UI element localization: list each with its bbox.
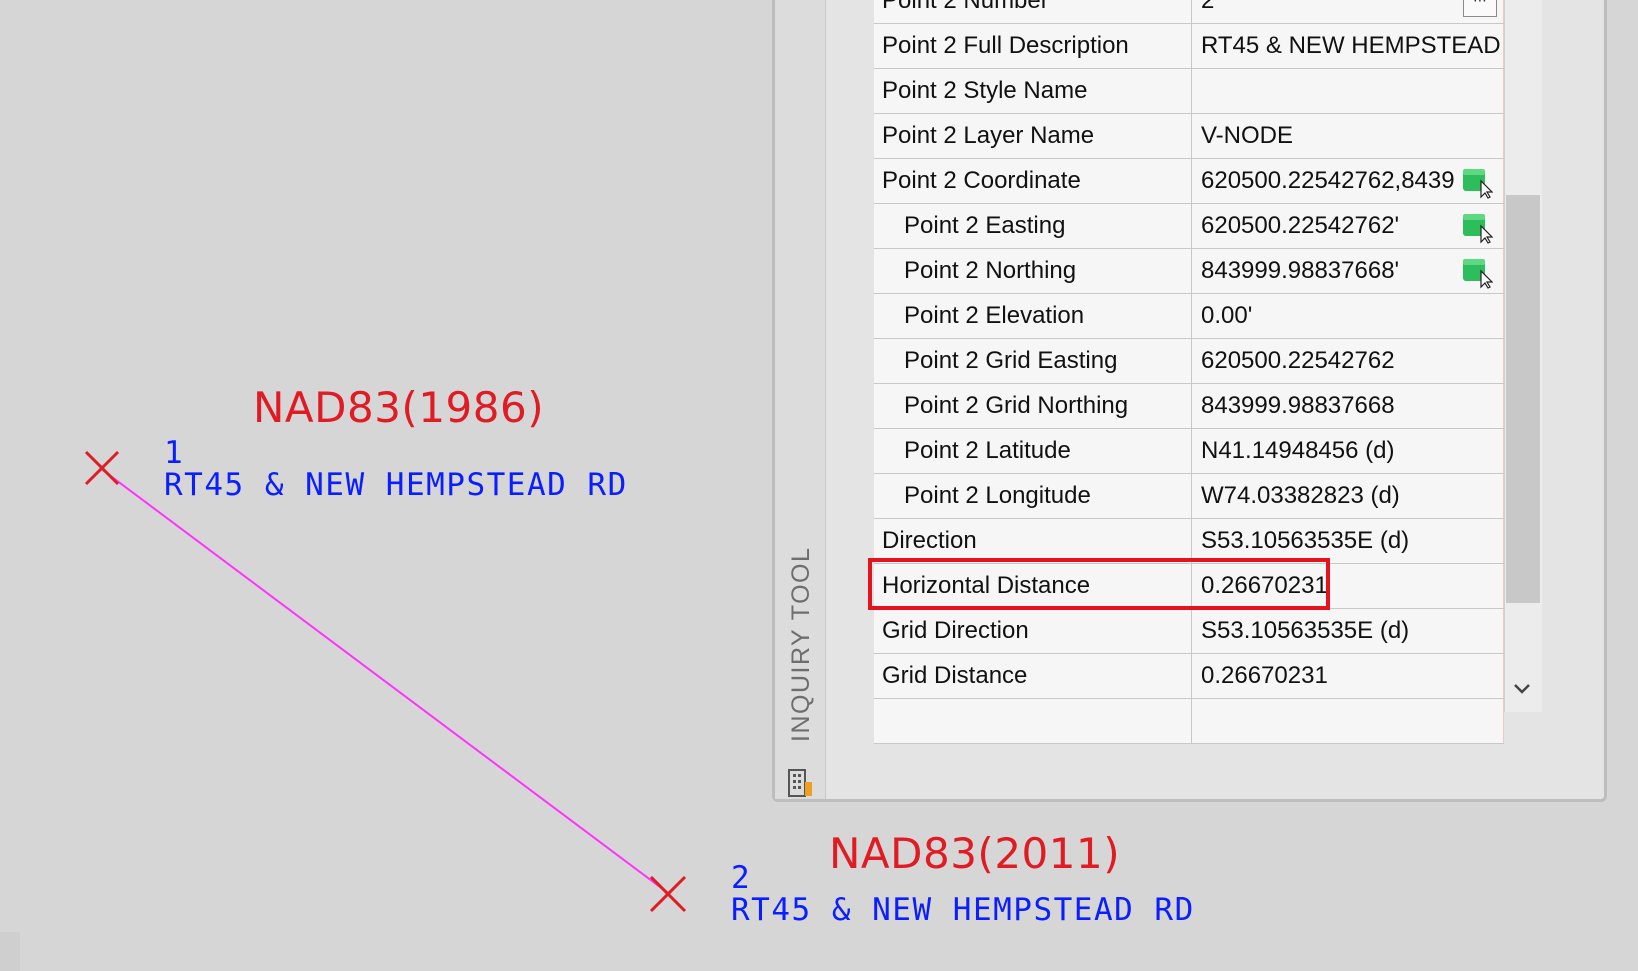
property-name: Point 2 Northing xyxy=(874,248,1192,294)
property-row[interactable]: Point 2 Elevation 0.00' xyxy=(874,293,1504,339)
property-value-text: 620500.22542762 xyxy=(1201,347,1395,374)
property-name: Point 2 Grid Northing xyxy=(874,383,1192,429)
property-value[interactable]: 0.26670231 xyxy=(1191,563,1504,609)
property-row[interactable]: Point 2 Longitude W74.03382823 (d) xyxy=(874,473,1504,519)
property-value[interactable]: S53.10563535E (d) xyxy=(1191,518,1504,564)
point-1-description: RT45 & NEW HEMPSTEAD RD xyxy=(164,467,628,503)
property-name: Point 2 Style Name xyxy=(874,68,1192,114)
scrollbar-thumb[interactable] xyxy=(1506,195,1540,603)
pick-point-icon[interactable] xyxy=(1461,210,1493,244)
property-value-text: 0.00' xyxy=(1201,302,1253,329)
property-value-text: V-NODE xyxy=(1201,122,1294,149)
property-row[interactable]: Point 2 Layer Name V-NODE xyxy=(874,113,1504,159)
property-name: Point 2 Longitude xyxy=(874,473,1192,519)
property-table: Point 2 Number 2 ⋯ Point 2 Full Descripti… xyxy=(874,0,1504,744)
property-value[interactable]: 843999.98837668' xyxy=(1191,248,1504,294)
property-value[interactable]: 2 ⋯ xyxy=(1191,0,1504,24)
property-value[interactable]: 843999.98837668 xyxy=(1191,383,1504,429)
property-value[interactable]: N41.14948456 (d) xyxy=(1191,428,1504,474)
property-row[interactable]: Point 2 Style Name xyxy=(874,68,1504,114)
property-value[interactable]: 0.26670231 xyxy=(1191,653,1504,699)
property-row[interactable]: Point 2 Coordinate 620500.22542762,8439 xyxy=(874,158,1504,204)
property-value[interactable] xyxy=(1191,698,1504,744)
property-value-text: RT45 & NEW HEMPSTEAD F xyxy=(1201,32,1504,59)
property-value[interactable]: V-NODE xyxy=(1191,113,1504,159)
property-name xyxy=(874,698,1192,744)
property-row[interactable] xyxy=(874,698,1504,744)
property-row[interactable]: Point 2 Northing 843999.98837668' xyxy=(874,248,1504,294)
property-name: Point 2 Number xyxy=(874,0,1192,24)
property-name: Point 2 Elevation xyxy=(874,293,1192,339)
panel-title: INQUIRY TOOL xyxy=(787,546,815,742)
property-row[interactable]: Point 2 Number 2 ⋯ xyxy=(874,0,1504,24)
property-value[interactable]: 620500.22542762' xyxy=(1191,203,1504,249)
property-name: Point 2 Grid Easting xyxy=(874,338,1192,384)
property-name: Point 2 Easting xyxy=(874,203,1192,249)
property-name: Point 2 Layer Name xyxy=(874,113,1192,159)
property-name: Grid Direction xyxy=(874,608,1192,654)
property-value-text: 2 xyxy=(1201,0,1215,14)
property-row[interactable]: Direction S53.10563535E (d) xyxy=(874,518,1504,564)
property-name: Point 2 Full Description xyxy=(874,23,1192,69)
property-value[interactable] xyxy=(1191,68,1504,114)
property-row[interactable]: Point 2 Easting 620500.22542762' xyxy=(874,203,1504,249)
property-value-text: 620500.22542762,8439 xyxy=(1201,167,1455,194)
point-2-description: RT45 & NEW HEMPSTEAD RD xyxy=(731,892,1195,928)
property-row[interactable]: Grid Direction S53.10563535E (d) xyxy=(874,608,1504,654)
property-value-text: N41.14948456 (d) xyxy=(1201,437,1395,464)
property-value-text: S53.10563535E (d) xyxy=(1201,527,1410,554)
property-row[interactable]: Point 2 Grid Easting 620500.22542762 xyxy=(874,338,1504,384)
property-row[interactable]: Point 2 Full Description RT45 & NEW HEMP… xyxy=(874,23,1504,69)
building-icon[interactable] xyxy=(786,766,814,798)
chevron-down-icon[interactable] xyxy=(1510,676,1534,700)
property-name: Direction xyxy=(874,518,1192,564)
property-row[interactable]: Point 2 Grid Northing 843999.98837668 xyxy=(874,383,1504,429)
property-value[interactable]: 620500.22542762,8439 xyxy=(1191,158,1504,204)
property-name: Point 2 Latitude xyxy=(874,428,1192,474)
property-value-text: 0.26670231 xyxy=(1201,572,1328,599)
property-name: Point 2 Coordinate xyxy=(874,158,1192,204)
property-value[interactable]: W74.03382823 (d) xyxy=(1191,473,1504,519)
property-value-text: 620500.22542762' xyxy=(1201,212,1400,239)
property-value[interactable]: 0.00' xyxy=(1191,293,1504,339)
property-value-text: S53.10563535E (d) xyxy=(1201,617,1410,644)
property-value[interactable]: RT45 & NEW HEMPSTEAD F xyxy=(1191,23,1504,69)
ellipsis-icon[interactable]: ⋯ xyxy=(1463,0,1497,17)
point-2-label[interactable]: 2 RT45 & NEW HEMPSTEAD RD xyxy=(731,862,1195,926)
property-value-text: 843999.98837668 xyxy=(1201,392,1395,419)
property-value[interactable]: 620500.22542762 xyxy=(1191,338,1504,384)
datum-label-1986: NAD83(1986) xyxy=(253,383,545,432)
property-value[interactable]: S53.10563535E (d) xyxy=(1191,608,1504,654)
pick-point-icon[interactable] xyxy=(1461,255,1493,289)
property-name: Horizontal Distance xyxy=(874,563,1192,609)
point-1-number: 1 xyxy=(164,435,183,471)
corner-swatch xyxy=(0,932,20,971)
pick-point-icon[interactable] xyxy=(1461,165,1493,199)
point-1-label[interactable]: 1 RT45 & NEW HEMPSTEAD RD xyxy=(164,437,628,501)
property-name: Grid Distance xyxy=(874,653,1192,699)
property-value-text: 843999.98837668' xyxy=(1201,257,1400,284)
property-value-text: W74.03382823 (d) xyxy=(1201,482,1400,509)
property-row-horizontal-distance[interactable]: Horizontal Distance 0.26670231 xyxy=(874,563,1504,609)
point-2-number: 2 xyxy=(731,860,750,896)
property-value-text: 0.26670231 xyxy=(1201,662,1328,689)
property-row[interactable]: Point 2 Latitude N41.14948456 (d) xyxy=(874,428,1504,474)
property-row[interactable]: Grid Distance 0.26670231 xyxy=(874,653,1504,699)
